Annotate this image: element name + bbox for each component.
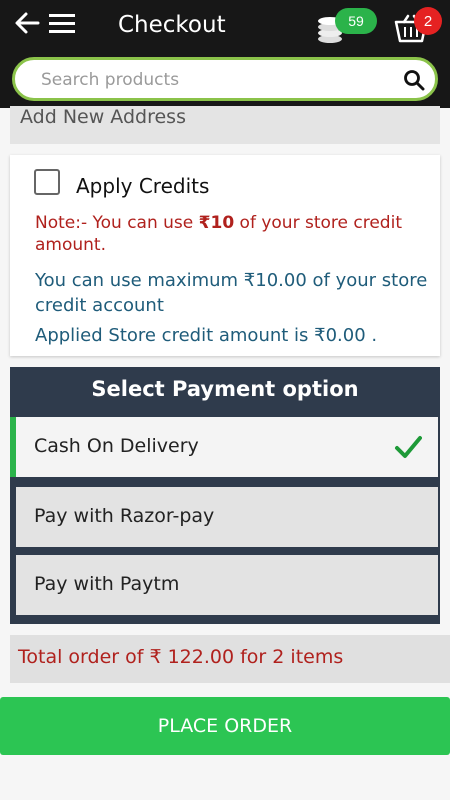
credit-note-prefix: Note:- You can use	[35, 213, 199, 233]
back-arrow-icon[interactable]	[14, 10, 40, 36]
payment-option-label: Cash On Delivery	[34, 435, 199, 457]
page-title: Checkout	[118, 12, 226, 38]
apply-credits-checkbox[interactable]	[34, 169, 60, 195]
app-header: Checkout 59 2	[0, 0, 450, 108]
order-total-bar: Total order of ₹ 122.00 for 2 items	[10, 635, 450, 683]
applied-credit-text: Applied Store credit amount is ₹0.00 .	[35, 325, 378, 346]
payment-option-label: Pay with Razor-pay	[34, 505, 215, 527]
apply-credits-label[interactable]: Apply Credits	[76, 174, 209, 198]
search-bar	[12, 57, 438, 101]
search-icon[interactable]	[403, 69, 425, 91]
checkmark-icon	[395, 436, 422, 458]
max-credit-text: You can use maximum ₹10.00 of your store…	[35, 270, 428, 316]
payment-option-razorpay[interactable]: Pay with Razor-pay	[16, 487, 438, 547]
search-input[interactable]	[41, 68, 381, 92]
store-credits-card: Apply Credits Note:- You can use ₹10 of …	[10, 155, 440, 356]
credit-note-amount: ₹10	[198, 213, 235, 233]
hamburger-menu-icon[interactable]	[48, 10, 76, 36]
payment-option-paytm[interactable]: Pay with Paytm	[16, 555, 438, 615]
place-order-button[interactable]: PLACE ORDER	[0, 697, 450, 755]
payment-option-label: Pay with Paytm	[34, 573, 180, 595]
cart-count-badge: 2	[414, 7, 442, 35]
credit-note: Note:- You can use ₹10 of your store cre…	[35, 212, 430, 256]
payment-section-title: Select Payment option	[91, 377, 359, 401]
order-total-text: Total order of ₹ 122.00 for 2 items	[18, 646, 344, 668]
payment-options-section: Select Payment option Cash On Delivery P…	[10, 367, 440, 624]
add-new-address-label: Add New Address	[20, 106, 186, 128]
coin-count-badge: 59	[335, 8, 377, 34]
payment-option-cod[interactable]: Cash On Delivery	[10, 417, 438, 477]
add-new-address-row[interactable]: Add New Address	[10, 106, 440, 144]
